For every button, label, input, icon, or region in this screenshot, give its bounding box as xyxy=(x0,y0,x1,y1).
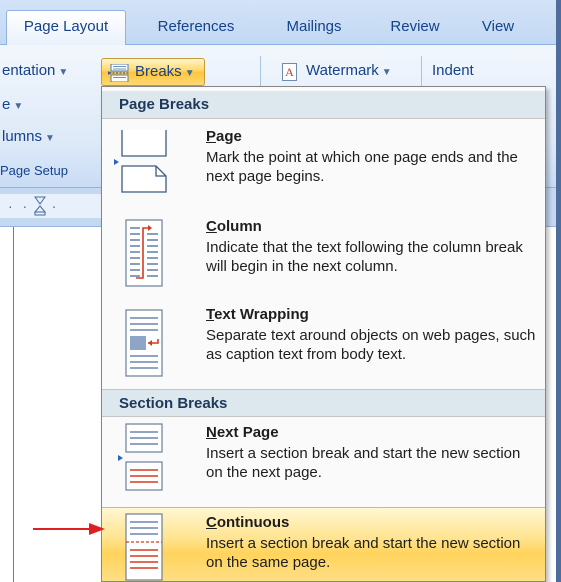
tab-review[interactable]: Review xyxy=(381,12,449,42)
breaks-button[interactable]: Breaks ▼ xyxy=(101,58,205,86)
word-window: Page Layout References Mailings Review V… xyxy=(0,0,561,582)
chevron-down-icon: ▼ xyxy=(13,101,24,112)
chevron-down-icon: ▼ xyxy=(58,67,69,78)
menu-item-column[interactable]: Column Indicate that the text following … xyxy=(102,212,545,302)
page-breaks-icon xyxy=(108,64,129,82)
ribbon-separator xyxy=(421,56,422,90)
menu-item-title: Text Wrapping xyxy=(206,306,309,323)
breaks-label: Breaks ▼ xyxy=(135,63,195,80)
menu-item-next-page[interactable]: Next Page Insert a section break and sta… xyxy=(102,418,545,506)
tab-page-layout[interactable]: Page Layout xyxy=(6,10,126,45)
menu-item-page[interactable]: Page Mark the point at which one page en… xyxy=(102,120,545,212)
indent-label: Indent xyxy=(432,62,474,79)
menu-item-continuous[interactable]: Continuous Insert a section break and st… xyxy=(102,507,545,581)
orientation-label: entation xyxy=(2,62,56,79)
chevron-down-icon: ▼ xyxy=(381,67,392,78)
menu-item-title: Page xyxy=(206,128,242,145)
indent-marker-icon[interactable] xyxy=(34,196,46,216)
ribbon-tab-bar: Page Layout References Mailings Review V… xyxy=(0,0,561,45)
next-page-break-icon xyxy=(118,423,163,491)
page-breaks-header: Page Breaks xyxy=(102,91,545,119)
page-break-icon xyxy=(114,130,167,193)
column-break-icon xyxy=(125,219,163,287)
continuous-break-icon xyxy=(125,513,163,581)
section-breaks-header: Section Breaks xyxy=(102,389,545,417)
menu-item-title: Column xyxy=(206,218,262,235)
text-wrapping-icon xyxy=(125,309,163,377)
size-button[interactable]: e ▼ xyxy=(2,96,23,113)
page-setup-group-label[interactable]: Page Setup xyxy=(0,161,68,181)
menu-item-description: Insert a section break and start the new… xyxy=(206,445,521,481)
tab-references[interactable]: References xyxy=(148,12,244,42)
chevron-down-icon: ▼ xyxy=(184,68,195,79)
chevron-down-icon: ▼ xyxy=(45,133,55,144)
menu-item-description: Indicate that the text following the col… xyxy=(206,239,523,275)
orientation-button[interactable]: entation ▼ xyxy=(2,62,68,79)
red-arrow-icon xyxy=(33,523,105,535)
watermark-label: Watermark ▼ xyxy=(306,62,392,79)
document-margin-line xyxy=(13,227,14,582)
columns-button[interactable]: lumns ▼ xyxy=(2,128,55,145)
breaks-menu: Page Breaks Page Mark the point at which… xyxy=(101,86,546,582)
columns-label: lumns xyxy=(2,128,43,145)
ribbon-separator xyxy=(260,56,261,90)
tab-view[interactable]: View xyxy=(473,12,523,42)
menu-item-description: Separate text around objects on web page… xyxy=(206,327,536,363)
menu-item-title: Continuous xyxy=(206,514,290,531)
menu-item-title: Next Page xyxy=(206,424,279,441)
watermark-icon: A xyxy=(282,63,297,81)
tab-mailings[interactable]: Mailings xyxy=(272,12,356,42)
size-label: e xyxy=(2,96,11,113)
menu-item-description: Insert a section break and start the new… xyxy=(206,535,521,571)
window-edge xyxy=(556,0,561,582)
menu-item-description: Mark the point at which one page ends an… xyxy=(206,149,518,185)
menu-item-text-wrapping[interactable]: Text Wrapping Separate text around objec… xyxy=(102,302,545,387)
